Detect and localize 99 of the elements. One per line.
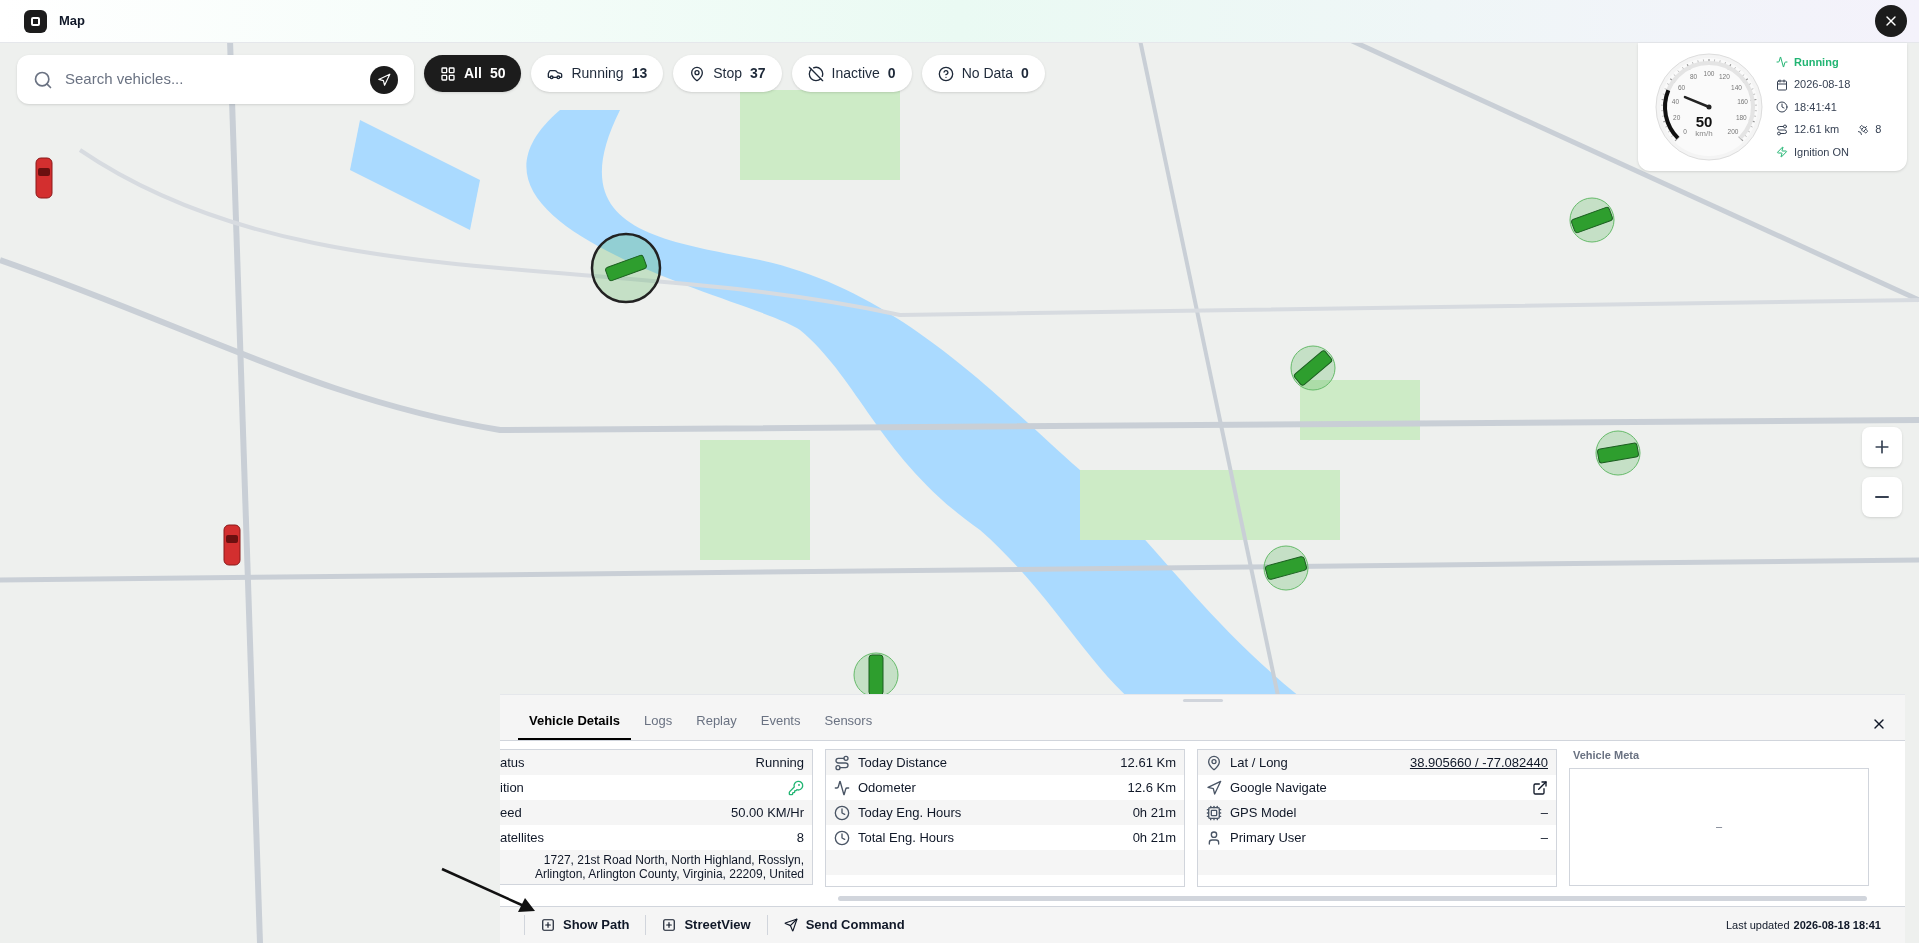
last-updated-label: Last updated — [1725, 917, 1790, 933]
row-value: 8 — [796, 828, 804, 847]
filter-count: 0 — [1021, 64, 1029, 83]
row-value: – — [1540, 828, 1548, 847]
coordinates-link[interactable]: 38.905660 / -77.082440 — [1409, 752, 1548, 773]
filter-label: Inactive — [831, 64, 880, 83]
filter-chip[interactable]: All 50 — [424, 55, 522, 92]
minus-icon — [1875, 496, 1889, 498]
calendar-icon — [1776, 78, 1788, 91]
filter-chip[interactable]: No Data 0 — [921, 55, 1045, 92]
row-value: Running — [755, 753, 804, 772]
filter-chip[interactable]: Running 13 — [531, 55, 664, 92]
ignition-status: Ignition ON — [1794, 144, 1850, 160]
row-label: atellites — [500, 828, 545, 847]
row-value: 12.61 Km — [1120, 753, 1176, 772]
plus-square-icon — [541, 918, 555, 932]
grid-icon — [440, 65, 456, 82]
navigation-icon — [377, 72, 391, 87]
row-label: eed — [500, 803, 522, 822]
crossed-circle-icon — [807, 65, 824, 82]
address-text: 1727, 21st Road North, North Highland, Rosslyn, Arlington, Arlington County, Virginia, 22209, United — [533, 853, 804, 881]
row-value: 50.00 KM/Hr — [731, 803, 804, 822]
meta-value: – — [1715, 819, 1723, 835]
chip-icon — [1206, 804, 1222, 821]
row-label: Primary User — [1230, 828, 1307, 847]
row-value: 0h 21m — [1132, 828, 1176, 847]
filter-count: 0 — [887, 64, 896, 83]
panel-tab[interactable]: Logs — [633, 710, 684, 740]
route-icon — [834, 754, 850, 771]
car-marker-icon[interactable] — [223, 524, 241, 566]
date-text: 2026-08-18 — [1794, 77, 1851, 93]
clock-icon — [1776, 101, 1788, 113]
row-value: 0h 21m — [1132, 803, 1176, 822]
last-updated-time: 2026-08-18 18:41 — [1793, 917, 1881, 933]
row-label: ition — [500, 778, 524, 797]
action-button[interactable]: StreetView — [646, 915, 767, 935]
pin-icon — [1206, 754, 1222, 771]
plus-square-icon — [662, 918, 677, 932]
filter-chip[interactable]: Stop 37 — [673, 55, 782, 92]
satellite-icon — [1857, 123, 1870, 136]
panel-tab[interactable]: Replay — [685, 710, 748, 740]
pin-icon — [689, 65, 706, 82]
filter-label: Stop — [713, 64, 742, 83]
row-value: 12.6 Km — [1127, 778, 1176, 797]
route-icon — [1776, 123, 1788, 136]
filter-count: 37 — [750, 64, 766, 83]
key-icon — [788, 779, 804, 796]
search-input[interactable]: Search vehicles... — [65, 68, 358, 91]
filter-label: Running — [571, 64, 624, 83]
row-label: Today Eng. Hours — [858, 803, 963, 822]
external-link-icon[interactable] — [1532, 779, 1548, 796]
distance-text: 12.61 km — [1794, 122, 1840, 138]
send-icon — [783, 918, 798, 932]
bus-marker-icon[interactable] — [590, 232, 662, 304]
close-button[interactable] — [1875, 5, 1907, 37]
user-icon — [1206, 829, 1222, 846]
lightning-icon — [1776, 146, 1788, 158]
car-marker-icon[interactable] — [35, 157, 53, 199]
filter-count: 50 — [489, 64, 506, 83]
action-button[interactable]: Send Command — [767, 915, 921, 935]
row-value: – — [1540, 803, 1548, 822]
page-title: Map — [59, 12, 85, 31]
row-label: Lat / Long — [1230, 753, 1289, 772]
clock-icon — [834, 804, 850, 821]
row-label: Odometer — [858, 778, 917, 797]
vehicle-status: Running — [1794, 54, 1839, 70]
speed-unit: km/h — [1695, 129, 1713, 138]
clock-icon — [834, 829, 850, 846]
pulse-icon — [834, 779, 850, 796]
row-label: atus — [500, 753, 525, 772]
filter-label: All — [464, 64, 482, 83]
filter-label: No Data — [961, 64, 1013, 83]
bus-marker-icon[interactable] — [1290, 345, 1336, 391]
row-label: GPS Model — [1230, 803, 1298, 822]
time-text: 18:41:41 — [1794, 99, 1837, 115]
row-label: Google Navigate — [1230, 778, 1328, 797]
bus-marker-icon[interactable] — [1569, 197, 1615, 243]
pulse-icon — [1776, 56, 1788, 68]
drag-handle[interactable] — [1182, 699, 1223, 702]
search-field[interactable]: Search vehicles... — [17, 55, 414, 104]
meta-title: Vehicle Meta — [1572, 748, 1641, 763]
question-icon — [937, 65, 954, 82]
scrollbar[interactable] — [838, 896, 1867, 901]
locate-button[interactable] — [370, 65, 398, 94]
filter-count: 13 — [631, 64, 648, 83]
row-label: Total Eng. Hours — [858, 828, 956, 847]
satellite-count: 8 — [1875, 122, 1882, 138]
app-logo-icon — [24, 9, 47, 33]
search-icon — [33, 69, 53, 90]
zoom-in-button[interactable] — [1862, 427, 1902, 467]
filter-chip[interactable]: Inactive 0 — [791, 55, 912, 92]
action-button[interactable]: Show Path — [525, 915, 646, 935]
navigation-icon — [1206, 779, 1222, 796]
row-label: Today Distance — [858, 753, 948, 772]
speed-value: 50 — [1695, 113, 1713, 130]
panel-tab[interactable]: Events — [749, 710, 812, 740]
panel-tab[interactable]: Sensors — [813, 710, 884, 740]
bus-marker-icon[interactable] — [1263, 545, 1309, 591]
bus-marker-icon[interactable] — [1595, 430, 1641, 476]
